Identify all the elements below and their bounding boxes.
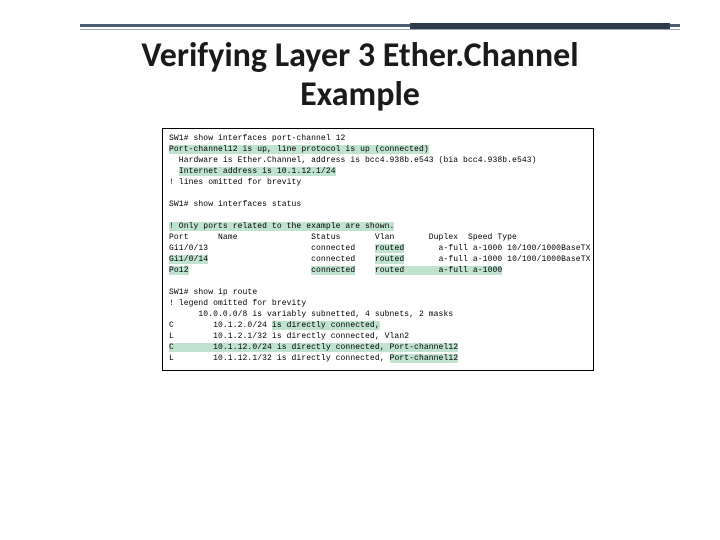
cli-highlight: is directly connected,	[272, 321, 380, 330]
cli-highlight: connected	[311, 266, 355, 275]
cli-text	[189, 266, 312, 275]
cli-text	[355, 266, 375, 275]
cli-blank	[169, 210, 587, 221]
cli-line: 10.0.0.0/8 is variably subnetted, 4 subn…	[169, 309, 587, 320]
cli-line: SW1# show interfaces status	[169, 199, 587, 210]
cli-text: Gi1/0/13 connected	[169, 244, 375, 253]
title-line-2: Example	[300, 74, 420, 115]
cli-text: a-full a-1000 10/100/1000BaseTX	[404, 244, 590, 253]
cli-highlight: Port-channel12 is up, line protocol is u…	[169, 145, 429, 154]
slide-title: Verifying Layer 3 Ether.Channel Example	[80, 36, 640, 114]
cli-highlight: routed a-full a-1000	[375, 266, 502, 275]
cli-line: Hardware is Ether.Channel, address is bc…	[169, 155, 587, 166]
cli-line: C 10.1.2.0/24 is directly connected,	[169, 320, 587, 331]
cli-blank	[169, 188, 587, 199]
cli-highlight: Po12	[169, 266, 189, 275]
cli-line: Po12 connected routed a-full a-1000	[169, 265, 587, 276]
cli-blank	[169, 276, 587, 287]
cli-line: Gi1/0/14 connected routed a-full a-1000 …	[169, 254, 587, 265]
cli-line: Gi1/0/13 connected routed a-full a-1000 …	[169, 243, 587, 254]
cli-highlight: C 10.1.12.0/24 is directly connected, Po…	[169, 343, 458, 352]
cli-line: L 10.1.2.1/32 is directly connected, Vla…	[169, 331, 587, 342]
cli-line: ! Only ports related to the example are …	[169, 221, 587, 232]
rule-line-2	[80, 29, 680, 30]
cli-text: connected	[208, 255, 375, 264]
cli-text: a-full a-1000 10/100/1000BaseTX	[404, 255, 590, 264]
cli-highlight: routed	[375, 255, 404, 264]
slide: Verifying Layer 3 Ether.Channel Example …	[0, 0, 720, 540]
cli-line: ! lines omitted for brevity	[169, 177, 587, 188]
title-rule	[80, 24, 680, 32]
cli-highlight: Gi1/0/14	[169, 255, 208, 264]
cli-text: C 10.1.2.0/24	[169, 321, 272, 330]
cli-line: SW1# show ip route	[169, 287, 587, 298]
rule-accent	[410, 23, 670, 29]
cli-highlight: ! Only ports related to the example are …	[169, 222, 394, 231]
cli-line: L 10.1.12.1/32 is directly connected, Po…	[169, 353, 587, 364]
terminal-output: SW1# show interfaces port-channel 12 Por…	[162, 128, 594, 371]
cli-highlight: Port-channel12	[390, 354, 459, 363]
cli-highlight: routed	[375, 244, 404, 253]
cli-line: Port-channel12 is up, line protocol is u…	[169, 144, 587, 155]
cli-line: SW1# show interfaces port-channel 12	[169, 133, 587, 144]
cli-line: ! legend omitted for brevity	[169, 298, 587, 309]
cli-highlight: Internet address is 10.1.12.1/24	[179, 167, 336, 176]
title-line-1: Verifying Layer 3 Ether.Channel	[141, 35, 578, 76]
cli-line: Port Name Status Vlan Duplex Speed Type	[169, 232, 587, 243]
cli-line: C 10.1.12.0/24 is directly connected, Po…	[169, 342, 587, 353]
cli-text: L 10.1.12.1/32 is directly connected,	[169, 354, 390, 363]
cli-line: Internet address is 10.1.12.1/24	[169, 166, 587, 177]
